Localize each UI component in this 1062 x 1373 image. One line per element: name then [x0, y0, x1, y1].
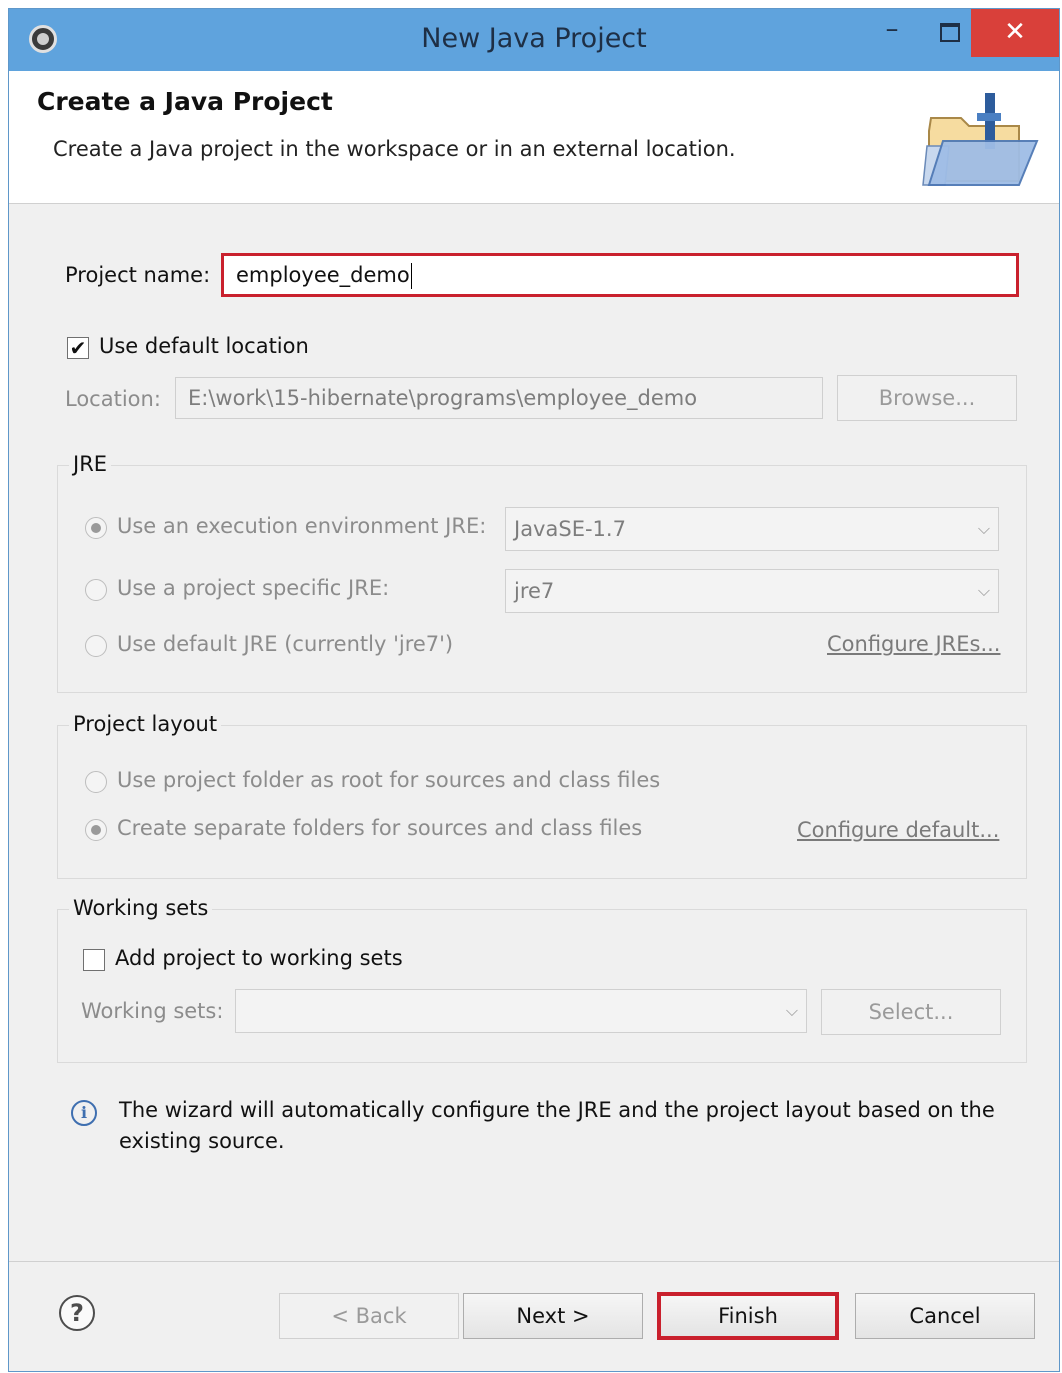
chevron-down-icon: ⌵ — [977, 581, 990, 600]
back-button[interactable]: < Back — [279, 1293, 459, 1339]
working-sets-group — [57, 909, 1027, 1063]
layout-separate-folders-radio[interactable] — [85, 819, 107, 841]
use-default-location-label[interactable]: Use default location — [99, 334, 309, 358]
jre-execution-env-radio[interactable] — [85, 517, 107, 539]
footer-separator — [9, 1261, 1059, 1262]
layout-root-folder-radio[interactable] — [85, 771, 107, 793]
add-to-working-sets-checkbox[interactable] — [83, 949, 105, 971]
project-jre-select[interactable]: jre7 ⌵ — [505, 569, 999, 613]
configure-jres-link[interactable]: Configure JREs... — [827, 632, 1000, 656]
info-icon: i — [71, 1100, 97, 1126]
project-jre-value: jre7 — [514, 579, 555, 603]
project-name-label: Project name: — [65, 263, 211, 287]
select-working-sets-button[interactable]: Select... — [821, 989, 1001, 1035]
jre-default-radio[interactable] — [85, 635, 107, 657]
maximize-icon — [940, 23, 960, 42]
chevron-down-icon: ⌵ — [977, 519, 990, 538]
finish-button[interactable]: Finish — [660, 1295, 836, 1337]
minimize-button[interactable]: – — [869, 9, 915, 51]
text-caret — [410, 263, 412, 289]
next-button[interactable]: Next > — [463, 1293, 643, 1339]
layout-separate-folders-label[interactable]: Create separate folders for sources and … — [117, 816, 642, 840]
jre-project-specific-label[interactable]: Use a project specific JRE: — [117, 576, 389, 600]
check-icon: ✔ — [69, 336, 87, 360]
project-layout-group-title: Project layout — [69, 712, 222, 736]
jre-default-label[interactable]: Use default JRE (currently 'jre7') — [117, 632, 453, 656]
cancel-button[interactable]: Cancel — [855, 1293, 1035, 1339]
location-input[interactable]: E:\work\15-hibernate\programs\employee_d… — [175, 377, 823, 419]
jre-group-title: JRE — [69, 452, 112, 476]
java-folder-icon — [922, 93, 1039, 186]
close-button[interactable]: ✕ — [971, 9, 1059, 57]
jre-execution-env-label[interactable]: Use an execution environment JRE: — [117, 514, 486, 538]
use-default-location-checkbox[interactable]: ✔ — [67, 337, 89, 359]
chevron-down-icon: ⌵ — [785, 1001, 798, 1020]
info-message: The wizard will automatically configure … — [119, 1098, 995, 1153]
working-sets-select[interactable]: ⌵ — [235, 989, 807, 1033]
title-bar[interactable]: New Java Project – ✕ — [9, 9, 1059, 71]
project-name-value: employee_demo — [236, 263, 410, 287]
new-java-project-dialog: New Java Project – ✕ Create a Java Proje… — [8, 8, 1060, 1372]
maximize-button[interactable] — [927, 9, 973, 51]
layout-root-folder-label[interactable]: Use project folder as root for sources a… — [117, 768, 660, 792]
execution-env-select[interactable]: JavaSE-1.7 ⌵ — [505, 507, 999, 551]
working-sets-group-title: Working sets — [69, 896, 213, 920]
project-name-input[interactable]: employee_demo — [221, 253, 1019, 297]
execution-env-value: JavaSE-1.7 — [514, 517, 626, 541]
configure-default-link[interactable]: Configure default... — [797, 818, 999, 842]
finish-highlight: Finish — [657, 1292, 839, 1340]
location-label: Location: — [65, 387, 161, 411]
add-to-working-sets-label[interactable]: Add project to working sets — [115, 946, 403, 970]
jre-project-specific-radio[interactable] — [85, 579, 107, 601]
project-layout-group — [57, 725, 1027, 879]
wizard-title: Create a Java Project — [37, 87, 333, 116]
wizard-header: Create a Java Project Create a Java proj… — [9, 71, 1059, 204]
working-sets-label: Working sets: — [81, 999, 224, 1023]
wizard-description: Create a Java project in the workspace o… — [53, 137, 736, 161]
help-icon[interactable]: ? — [59, 1295, 95, 1331]
browse-button[interactable]: Browse... — [837, 375, 1017, 421]
